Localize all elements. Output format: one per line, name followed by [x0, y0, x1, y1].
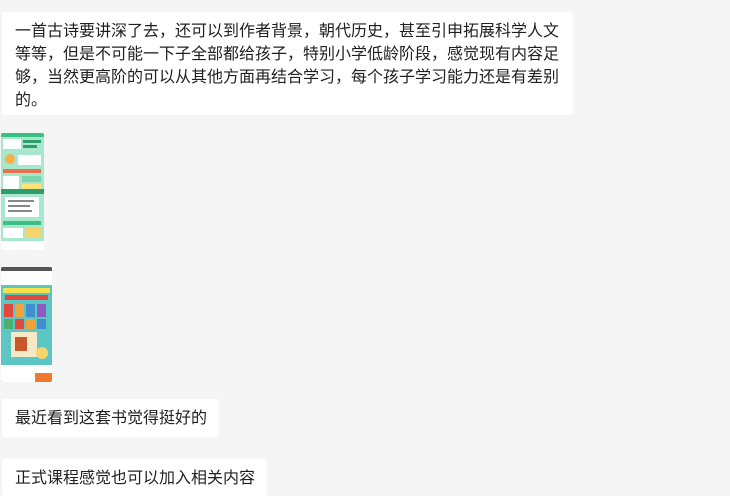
message-bubble[interactable]: 一首古诗要讲深了去，还可以到作者背景，朝代历史，甚至引申拓展科学人文等等，但是不…: [2, 12, 573, 115]
image-thumbnail[interactable]: [1, 133, 44, 250]
book-page-image: [1, 133, 44, 250]
message-text: 最近看到这套书觉得挺好的: [15, 408, 208, 427]
image-thumbnail[interactable]: [1, 267, 52, 382]
message-text: 正式课程感觉也可以加入相关内容: [15, 468, 256, 487]
message-bubble[interactable]: 正式课程感觉也可以加入相关内容: [2, 459, 267, 496]
book-promo-image: [1, 267, 52, 382]
message-bubble[interactable]: 最近看到这套书觉得挺好的: [2, 399, 219, 437]
message-text: 一首古诗要讲深了去，还可以到作者背景，朝代历史，甚至引申拓展科学人文等等，但是不…: [15, 21, 560, 109]
